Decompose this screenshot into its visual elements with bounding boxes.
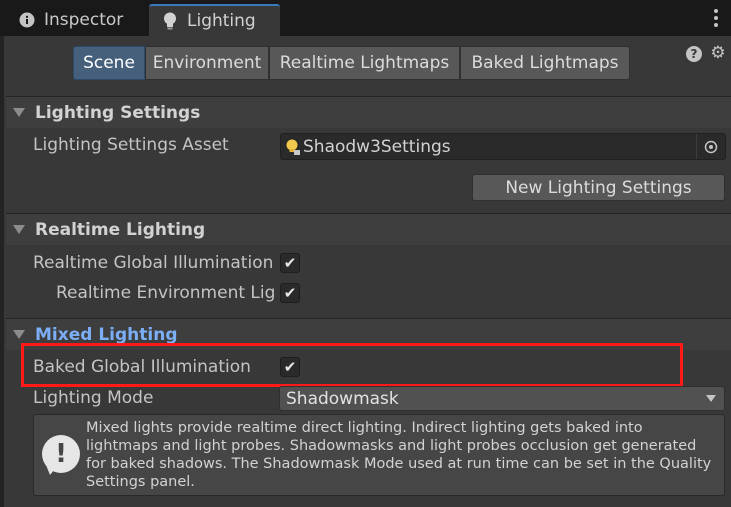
tab-scene[interactable]: Scene bbox=[73, 46, 145, 80]
more-options-icon[interactable] bbox=[713, 9, 719, 27]
tab-environment[interactable]: Environment bbox=[145, 46, 269, 80]
tab-inspector-label: Inspector bbox=[44, 10, 124, 30]
warning-icon: ! bbox=[42, 435, 80, 473]
foldout-arrow-icon[interactable] bbox=[13, 108, 25, 117]
lighting-mode-label: Lighting Mode bbox=[33, 388, 154, 408]
help-text: Mixed lights provide realtime direct lig… bbox=[86, 420, 712, 490]
tab-baked-lightmaps[interactable]: Baked Lightmaps bbox=[460, 46, 630, 80]
lighting-settings-asset-value: Shaodw3Settings bbox=[303, 136, 451, 157]
lighting-settings-asset-field[interactable]: Shaodw3Settings bbox=[280, 133, 726, 160]
lighting-settings-asset-label: Lighting Settings Asset bbox=[33, 135, 229, 155]
tab-lighting[interactable]: Lighting bbox=[149, 4, 280, 36]
section-title: Lighting Settings bbox=[35, 102, 201, 123]
highlight-box bbox=[21, 343, 683, 387]
info-icon bbox=[18, 11, 36, 29]
help-icon[interactable]: ? bbox=[686, 46, 702, 62]
realtime-environment-lighting-checkbox[interactable]: ✔ bbox=[280, 283, 300, 303]
lighting-mode-value: Shadowmask bbox=[286, 388, 399, 409]
object-picker-icon[interactable] bbox=[696, 134, 725, 159]
foldout-arrow-icon[interactable] bbox=[13, 225, 25, 234]
foldout-arrow-icon[interactable] bbox=[13, 330, 25, 339]
window-left-edge bbox=[0, 36, 4, 507]
realtime-environment-lighting-label: Realtime Environment Lighting bbox=[56, 283, 276, 303]
gear-icon[interactable]: ⚙ bbox=[709, 43, 727, 63]
section-title: Mixed Lighting bbox=[35, 324, 178, 345]
lighting-mode-dropdown[interactable]: Shadowmask bbox=[279, 386, 725, 411]
realtime-gi-checkbox[interactable]: ✔ bbox=[280, 253, 300, 273]
section-title: Realtime Lighting bbox=[35, 219, 206, 240]
realtime-gi-label: Realtime Global Illumination bbox=[33, 253, 274, 273]
tab-inspector[interactable]: Inspector bbox=[6, 4, 146, 36]
tab-realtime-lightmaps[interactable]: Realtime Lightmaps bbox=[269, 46, 460, 80]
new-lighting-settings-button[interactable]: New Lighting Settings bbox=[472, 174, 725, 201]
section-lighting-settings[interactable]: Lighting Settings bbox=[6, 96, 731, 128]
lightbulb-asset-icon bbox=[285, 138, 301, 156]
help-box: ! Mixed lights provide realtime direct l… bbox=[33, 414, 725, 496]
section-realtime-lighting[interactable]: Realtime Lighting bbox=[6, 213, 731, 245]
lightbulb-icon bbox=[161, 12, 179, 30]
tab-lighting-label: Lighting bbox=[187, 11, 256, 31]
chevron-down-icon bbox=[706, 395, 716, 402]
